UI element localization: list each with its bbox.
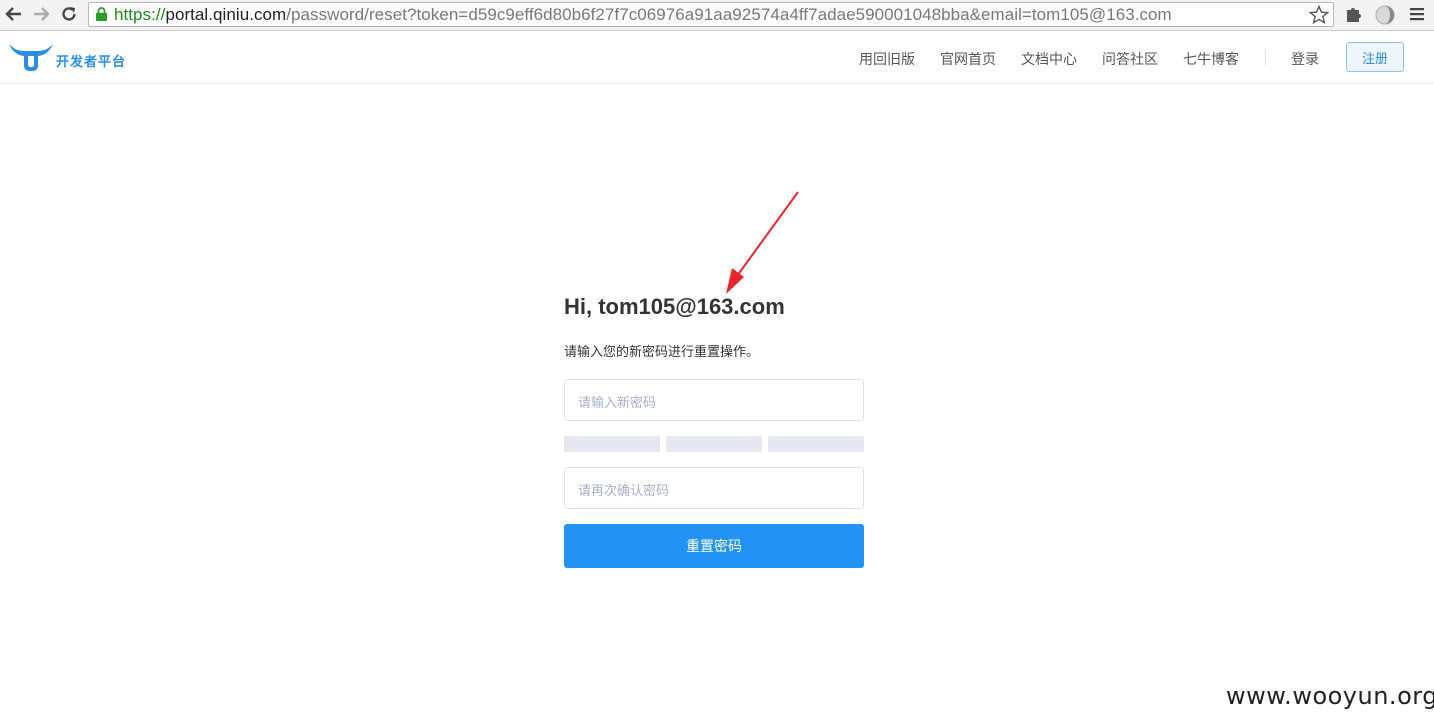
password-strength-bar-2: [666, 436, 762, 452]
password-strength-bar-1: [564, 436, 660, 452]
annotation-arrow-icon: [726, 191, 799, 294]
site-header: 开发者平台 用回旧版 官网首页 文档中心 问答社区 七牛博客 登录 注册: [0, 32, 1434, 84]
forward-button[interactable]: [30, 3, 52, 25]
url-scheme: https://: [114, 5, 166, 24]
bookmark-star-icon[interactable]: [1309, 5, 1329, 25]
nav-home[interactable]: 官网首页: [940, 49, 996, 69]
nav-divider: [1265, 49, 1266, 65]
forward-icon: [34, 7, 50, 21]
new-password-placeholder: 请输入新密码: [578, 396, 657, 411]
back-icon: [5, 7, 21, 21]
brand-name[interactable]: 开发者平台: [56, 51, 126, 70]
reload-icon: [62, 7, 76, 21]
new-password-input[interactable]: 请输入新密码: [564, 379, 864, 421]
nav-blog[interactable]: 七牛博客: [1183, 49, 1239, 69]
qiniu-logo-icon[interactable]: [8, 41, 54, 73]
login-link[interactable]: 登录: [1291, 49, 1319, 69]
reset-password-button[interactable]: 重置密码: [564, 524, 864, 568]
url-text: https://portal.qiniu.com/password/reset?…: [114, 4, 1172, 26]
nav-qa[interactable]: 问答社区: [1102, 49, 1158, 69]
register-button[interactable]: 注册: [1346, 42, 1404, 72]
confirm-password-placeholder: 请再次确认密码: [578, 484, 670, 499]
watermark-text: www.wooyun.org: [1226, 682, 1434, 710]
reload-button[interactable]: [58, 3, 80, 25]
nav-old-version[interactable]: 用回旧版: [859, 49, 915, 69]
confirm-password-input[interactable]: 请再次确认密码: [564, 467, 864, 509]
extension-puzzle-icon[interactable]: [1344, 4, 1364, 24]
nav-docs[interactable]: 文档中心: [1021, 49, 1077, 69]
extension-circle-icon[interactable]: [1374, 4, 1396, 26]
password-strength-bar-3: [768, 436, 864, 452]
menu-icon[interactable]: [1409, 6, 1425, 22]
url-path: /password/reset?token=d59c9eff6d80b6f27f…: [286, 5, 1172, 24]
browser-toolbar: https://portal.qiniu.com/password/reset?…: [0, 0, 1434, 31]
url-host: portal.qiniu.com: [165, 5, 287, 24]
back-button[interactable]: [3, 3, 25, 25]
instruction-text: 请输入您的新密码进行重置操作。: [564, 345, 760, 360]
address-bar[interactable]: https://portal.qiniu.com/password/reset?…: [88, 2, 1334, 27]
lock-icon: [96, 7, 107, 21]
